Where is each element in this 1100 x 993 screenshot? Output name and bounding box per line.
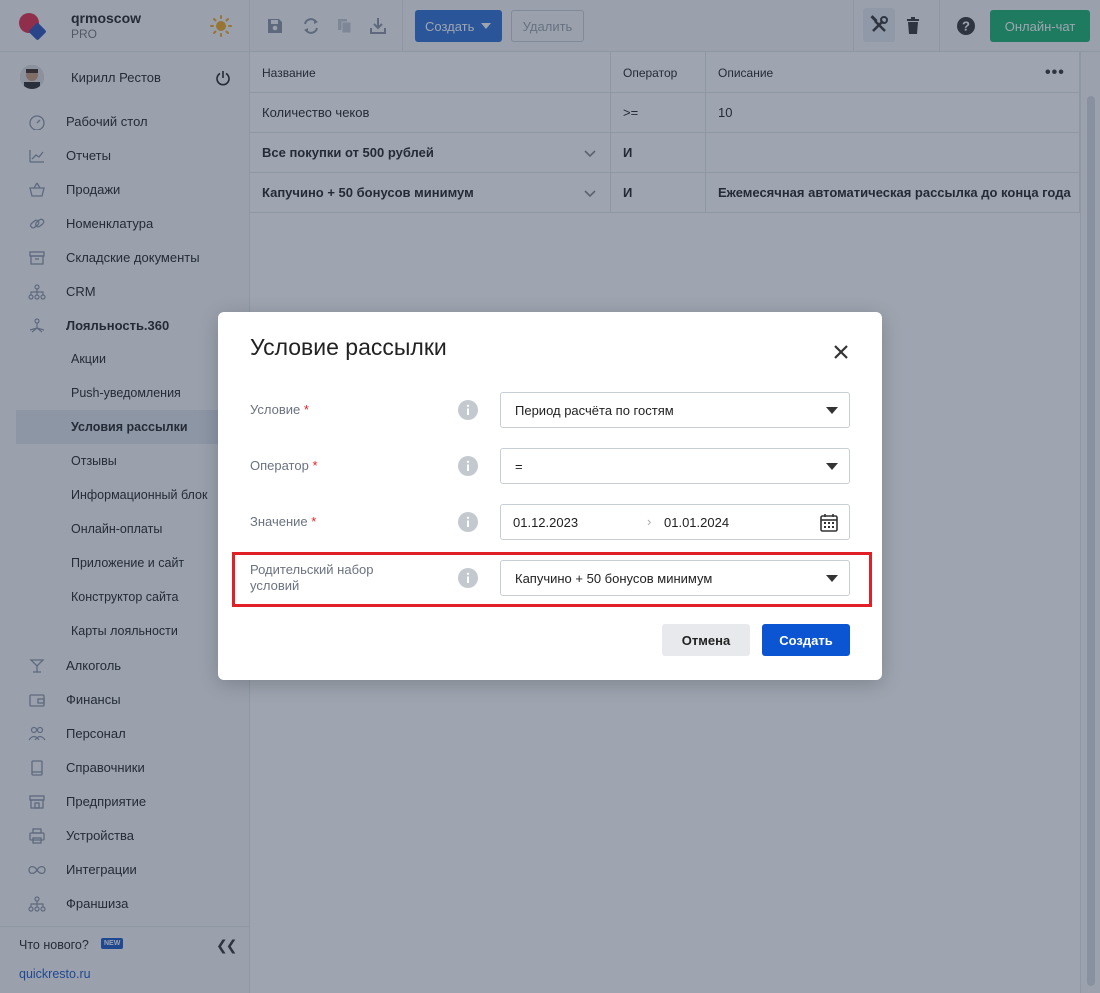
info-icon[interactable] — [458, 512, 478, 532]
condition-select-value: Период расчёта по гостям — [515, 403, 674, 418]
parent-select-value: Капучино + 50 бонусов минимум — [515, 571, 713, 586]
operator-label-text: Оператор — [250, 458, 309, 473]
parent-label: Родительский набор условий — [250, 562, 374, 594]
info-icon[interactable] — [458, 568, 478, 588]
required-mark: * — [303, 402, 309, 417]
value-label: Значение * — [250, 514, 316, 530]
operator-label: Оператор * — [250, 458, 318, 474]
condition-label: Условие * — [250, 402, 309, 418]
condition-label-text: Условие — [250, 402, 301, 417]
required-mark: * — [311, 514, 317, 529]
cancel-button[interactable]: Отмена — [662, 624, 750, 656]
value-label-text: Значение — [250, 514, 308, 529]
parent-label-line1: Родительский набор — [250, 562, 374, 577]
dialog-title: Условие рассылки — [250, 334, 447, 360]
operator-select-value: = — [515, 459, 523, 474]
chevron-down-icon — [826, 463, 838, 470]
date-range-picker[interactable]: 01.12.2023 › 01.01.2024 — [500, 504, 850, 540]
chevron-down-icon — [826, 575, 838, 582]
parent-label-line2: условий — [250, 578, 300, 593]
calendar-icon[interactable] — [820, 513, 838, 532]
create-submit-button[interactable]: Создать — [762, 624, 850, 656]
chevron-right-icon: › — [647, 514, 652, 529]
parent-condition-select[interactable]: Капучино + 50 бонусов минимум — [500, 560, 850, 596]
mailing-condition-dialog: Условие рассылки Условие * Период расчёт… — [218, 312, 882, 680]
info-icon[interactable] — [458, 400, 478, 420]
operator-select[interactable]: = — [500, 448, 850, 484]
condition-select[interactable]: Период расчёта по гостям — [500, 392, 850, 428]
info-icon[interactable] — [458, 456, 478, 476]
close-icon[interactable] — [831, 342, 851, 362]
required-mark: * — [312, 458, 318, 473]
chevron-down-icon — [826, 407, 838, 414]
date-to-input[interactable]: 01.01.2024 — [664, 515, 729, 530]
date-from-input[interactable]: 01.12.2023 — [513, 515, 578, 530]
